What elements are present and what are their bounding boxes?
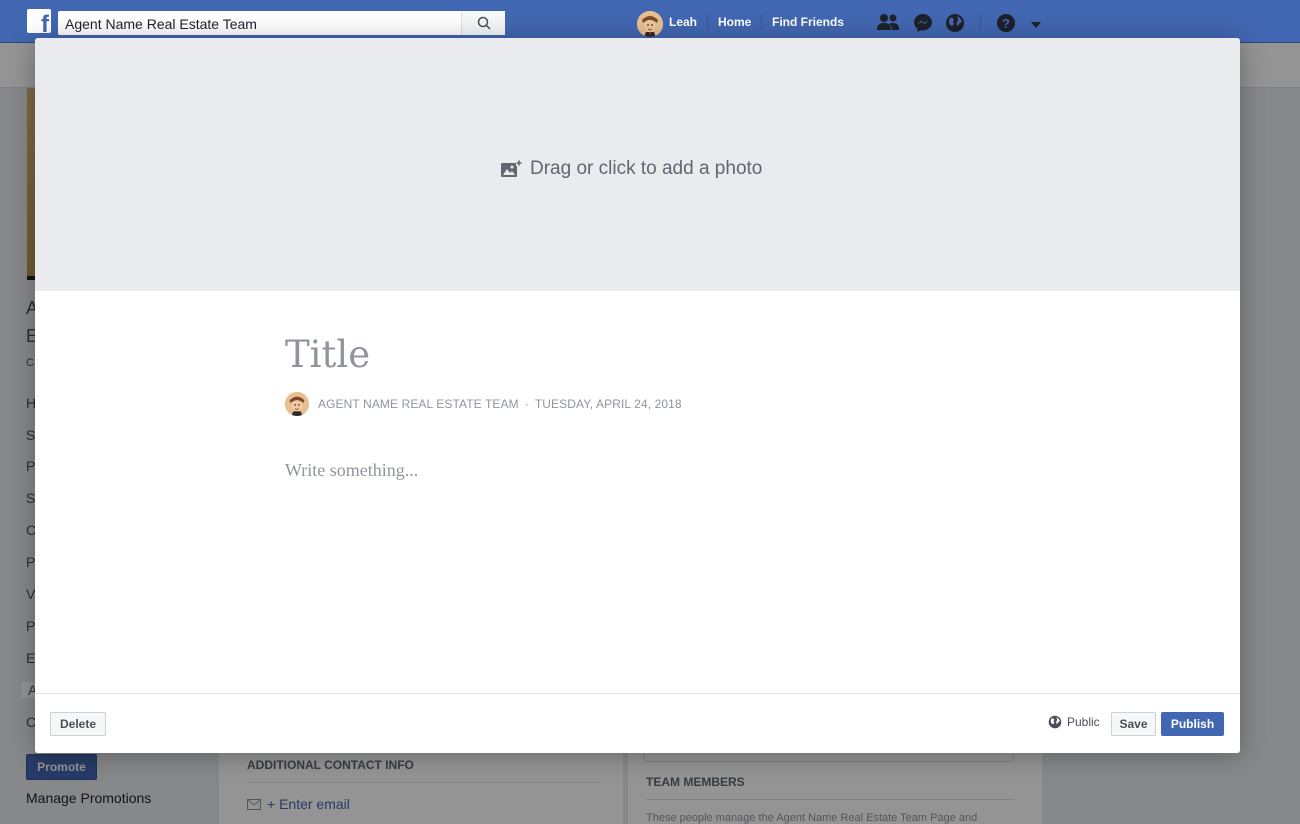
nav-find-friends-link[interactable]: Find Friends <box>772 15 844 29</box>
author-name: AGENT NAME REAL ESTATE TEAM <box>318 397 519 411</box>
user-avatar[interactable] <box>637 11 663 37</box>
help-icon[interactable]: ? <box>996 13 1016 36</box>
avatar-face-icon <box>637 11 663 37</box>
byline-separator: · <box>524 397 529 411</box>
privacy-selector[interactable]: Public <box>1048 715 1100 729</box>
nav-divider <box>707 14 708 30</box>
globe-icon <box>1048 715 1062 729</box>
delete-button[interactable]: Delete <box>50 712 106 736</box>
note-title-input[interactable]: Title <box>285 333 370 376</box>
avatar-face-icon <box>285 392 309 416</box>
svg-text:?: ? <box>1002 16 1010 31</box>
nav-divider <box>980 14 981 30</box>
search-icon <box>477 16 491 30</box>
search-button[interactable] <box>461 11 505 35</box>
search-input-value: Agent Name Real Estate Team <box>65 16 257 32</box>
messenger-icon[interactable] <box>913 13 933 36</box>
nav-divider <box>761 14 762 30</box>
add-photo-dropzone[interactable]: Drag or click to add a photo <box>35 38 1240 291</box>
note-editor-dialog: Drag or click to add a photo Title AGENT… <box>35 38 1240 753</box>
note-date: TUESDAY, APRIL 24, 2018 <box>534 397 682 411</box>
privacy-label: Public <box>1067 715 1100 729</box>
search-input[interactable]: Agent Name Real Estate Team <box>58 11 505 35</box>
add-photo-icon <box>501 160 522 177</box>
publish-button[interactable]: Publish <box>1161 712 1224 736</box>
editor-footer: Delete Public Save Publish <box>35 693 1240 753</box>
note-byline: AGENT NAME REAL ESTATE TEAM · TUESDAY, A… <box>285 392 682 416</box>
friend-requests-icon[interactable] <box>876 13 900 34</box>
facebook-logo-icon[interactable]: f <box>27 9 51 33</box>
note-body-input[interactable]: Write something... <box>285 460 418 481</box>
nav-profile-link[interactable]: Leah <box>669 15 697 29</box>
top-navigation-bar: f Agent Name Real Estate Team Leah Home … <box>0 0 1300 43</box>
author-avatar <box>285 392 309 416</box>
add-photo-label: Drag or click to add a photo <box>530 158 763 179</box>
notifications-globe-icon[interactable] <box>945 13 965 36</box>
nav-home-link[interactable]: Home <box>718 15 751 29</box>
add-photo-prompt: Drag or click to add a photo <box>500 158 762 180</box>
account-dropdown-icon[interactable] <box>1031 18 1041 32</box>
save-button[interactable]: Save <box>1111 712 1156 736</box>
